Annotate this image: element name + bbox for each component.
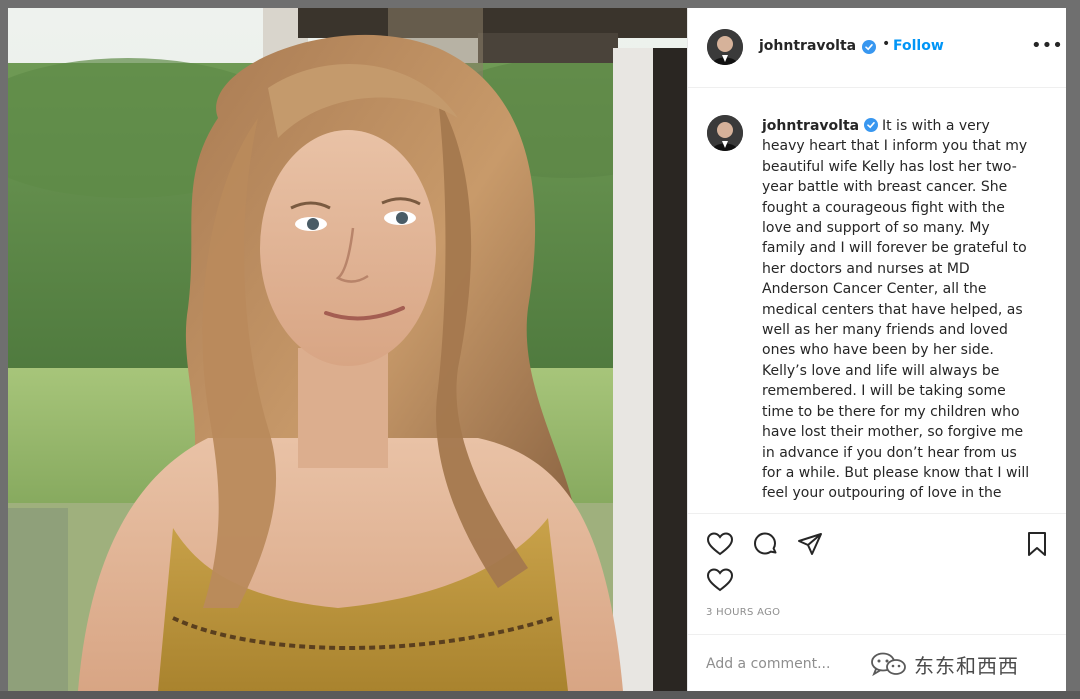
bottom-strip: [0, 691, 1080, 699]
avatar-image: [707, 115, 743, 151]
comment-input[interactable]: [706, 652, 856, 676]
caption-username-link[interactable]: johntravolta: [762, 118, 859, 134]
post-side-panel: johntravolta • Follow ••• johntravolta I…: [687, 8, 1066, 691]
post-timestamp: 3 HOURS AGO: [706, 607, 781, 618]
avatar[interactable]: [707, 29, 743, 65]
verified-badge-icon: [863, 118, 878, 132]
post-header: johntravolta • Follow •••: [688, 8, 1066, 88]
post-actions: 3 HOURS AGO 东东和西西: [688, 513, 1066, 691]
separator-dot: •: [882, 36, 891, 52]
more-options-icon[interactable]: •••: [1031, 34, 1063, 58]
follow-button[interactable]: Follow: [893, 38, 944, 54]
paper-plane-icon[interactable]: [796, 530, 824, 558]
heart-icon[interactable]: [706, 530, 734, 558]
caption-avatar[interactable]: [707, 115, 743, 151]
post-caption: johntravolta It is with a very heavy hea…: [762, 116, 1034, 504]
verified-badge-icon: [862, 40, 876, 54]
portrait-image: [8, 8, 687, 691]
caption-section: johntravolta It is with a very heavy hea…: [688, 88, 1066, 513]
screenshot-frame: johntravolta • Follow ••• johntravolta I…: [8, 8, 1066, 691]
post-photo[interactable]: [8, 8, 687, 691]
wechat-icon: [871, 652, 906, 677]
avatar-image: [707, 29, 743, 65]
comment-bubble-icon[interactable]: [751, 530, 779, 558]
watermark: 东东和西西: [868, 651, 1019, 678]
username-link[interactable]: johntravolta: [759, 38, 856, 54]
bookmark-icon[interactable]: [1023, 530, 1051, 558]
add-comment-bar: 东东和西西: [688, 634, 1066, 691]
caption-text: It is with a very heavy heart that I inf…: [762, 118, 1030, 502]
watermark-text: 东东和西西: [914, 653, 1019, 678]
heart-icon[interactable]: [706, 566, 734, 594]
